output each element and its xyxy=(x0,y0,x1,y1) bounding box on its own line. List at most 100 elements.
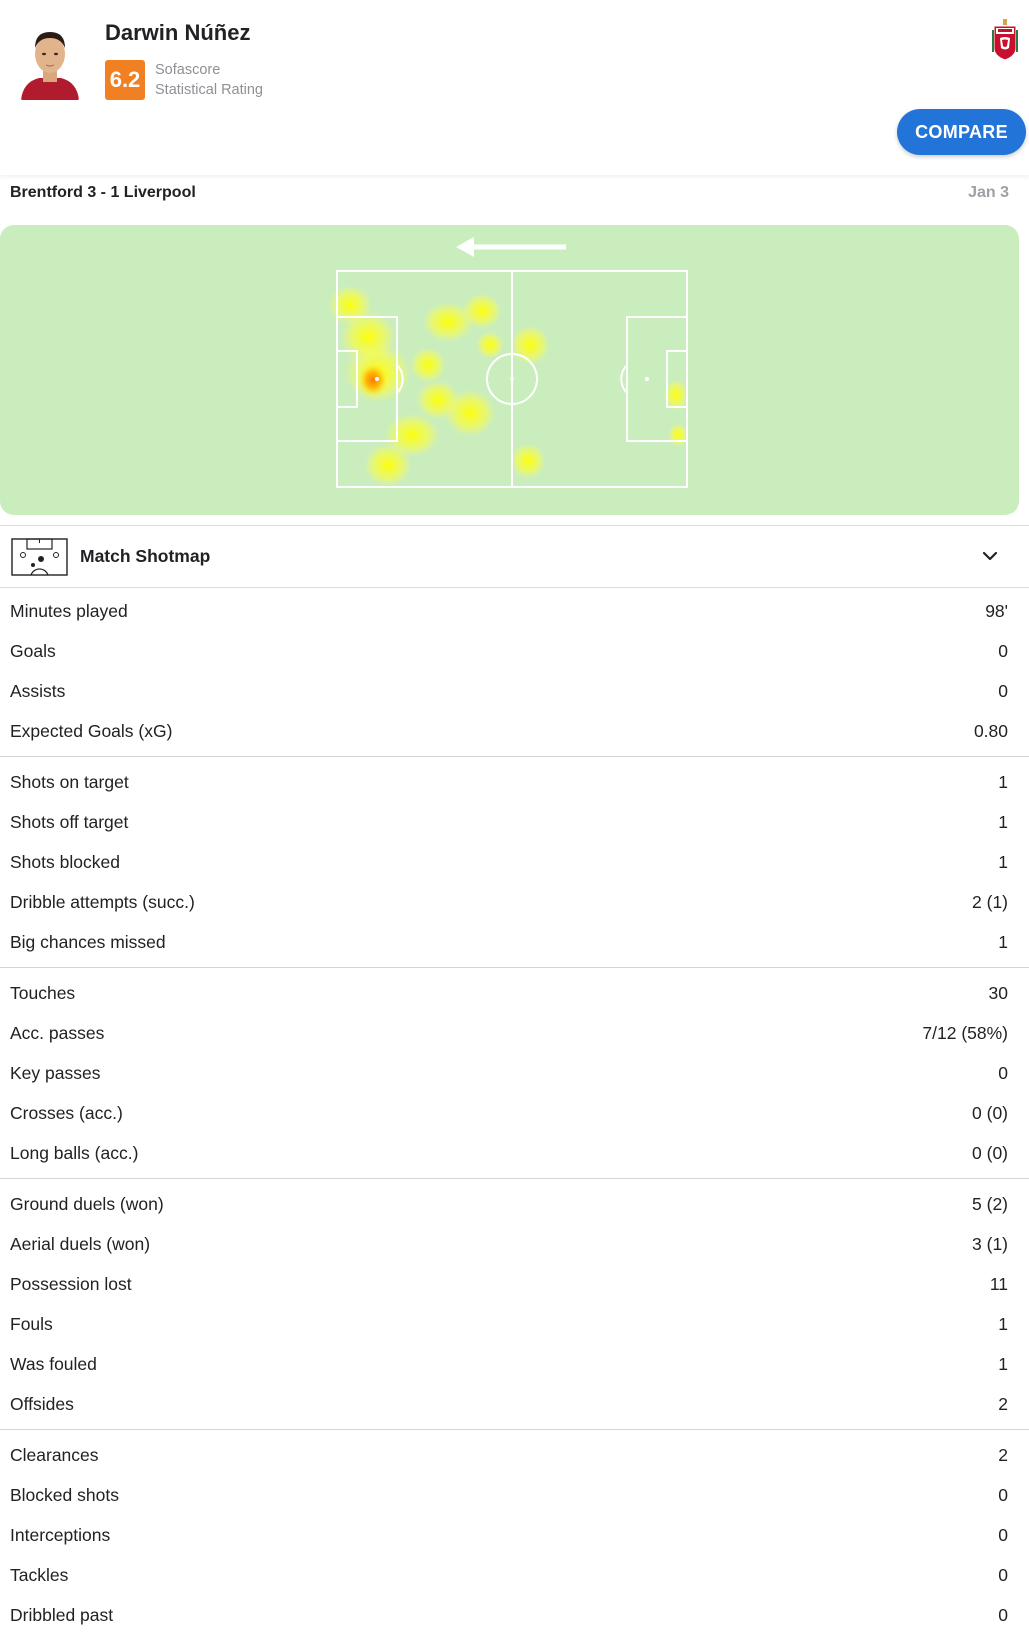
shotmap-label: Match Shotmap xyxy=(80,546,211,566)
stat-label: Aerial duels (won) xyxy=(10,1233,151,1254)
stat-label: Ground duels (won) xyxy=(10,1193,164,1214)
arrow-left-icon xyxy=(456,237,566,257)
stat-row: Fouls 1 xyxy=(0,1304,1029,1344)
rating-label-line1: Sofascore xyxy=(155,62,221,78)
stat-label: Acc. passes xyxy=(10,1022,105,1043)
stat-row: Goals 0 xyxy=(0,631,1029,671)
stat-label: Possession lost xyxy=(10,1273,132,1294)
stat-row: Shots on target 1 xyxy=(0,762,1029,802)
match-date: Jan 3 xyxy=(968,184,1009,201)
match-info[interactable]: Brentford 3 - 1 Liverpool Jan 3 xyxy=(10,184,1009,206)
stat-row: Dribble attempts (succ.) 2 (1) xyxy=(0,882,1029,922)
stat-label: Shots off target xyxy=(10,811,129,832)
stat-row: Expected Goals (xG) 0.80 xyxy=(0,711,1029,751)
stat-value: 2 xyxy=(998,1393,1008,1414)
stat-row: Was fouled 1 xyxy=(0,1344,1029,1384)
stat-label: Long balls (acc.) xyxy=(10,1142,139,1163)
stat-value: 30 xyxy=(988,982,1008,1003)
stats-group: Touches 30 Acc. passes 7/12 (58%) Key passes… xyxy=(0,968,1029,1179)
heatmap-pitch xyxy=(328,237,688,488)
stat-value: 11 xyxy=(989,1273,1008,1294)
stat-label: Crosses (acc.) xyxy=(10,1102,123,1123)
stat-row: Minutes played 98' xyxy=(0,591,1029,631)
stat-label: Interceptions xyxy=(10,1524,111,1545)
stat-label: Expected Goals (xG) xyxy=(10,720,173,741)
shotmap-toggle-row[interactable]: Match Shotmap xyxy=(0,525,1029,588)
stat-value: 0 xyxy=(998,640,1008,661)
stat-value: 7/12 (58%) xyxy=(922,1022,1008,1043)
stat-label: Offsides xyxy=(10,1393,74,1414)
stat-row: Tackles 0 xyxy=(0,1555,1029,1595)
stats-group: Minutes played 98' Goals 0 Assists 0 Expected … xyxy=(0,586,1029,757)
stat-value: 0 xyxy=(998,1062,1008,1083)
stat-label: Was fouled xyxy=(10,1353,97,1374)
stat-value: 2 (1) xyxy=(972,891,1008,912)
stat-value: 0 xyxy=(998,1524,1008,1545)
stat-value: 0 (0) xyxy=(972,1102,1008,1123)
stat-row: Key passes 0 xyxy=(0,1053,1029,1093)
stat-value: 3 (1) xyxy=(972,1233,1008,1254)
player-name: Darwin Núñez xyxy=(105,20,251,45)
stat-value: 0 (0) xyxy=(972,1142,1008,1163)
stat-row: Acc. passes 7/12 (58%) xyxy=(0,1013,1029,1053)
compare-button[interactable]: COMPARE xyxy=(897,109,1026,155)
player-header: Darwin Núñez 6.2 Sofascore Statistical R… xyxy=(0,0,1029,175)
stat-label: Minutes played xyxy=(10,600,128,621)
stat-label: Goals xyxy=(10,640,56,661)
stat-label: Big chances missed xyxy=(10,931,166,952)
heat-blobs xyxy=(328,285,688,487)
stat-label: Shots on target xyxy=(10,771,129,792)
heatmap-panel xyxy=(0,225,1019,515)
stat-label: Clearances xyxy=(10,1444,99,1465)
stat-label: Assists xyxy=(10,680,66,701)
stat-label: Dribbled past xyxy=(10,1604,114,1625)
stat-value: 5 (2) xyxy=(972,1193,1008,1214)
pitch-shotmap-icon xyxy=(11,538,68,576)
stat-value: 2 xyxy=(998,1444,1008,1465)
stat-label: Dribble attempts (succ.) xyxy=(10,891,195,912)
player-avatar xyxy=(19,20,81,100)
stat-row: Shots off target 1 xyxy=(0,802,1029,842)
stats-list: Minutes played 98' Goals 0 Assists 0 Expected … xyxy=(0,586,1029,1640)
match-title: Brentford 3 - 1 Liverpool xyxy=(10,184,196,201)
rating-label-line2: Statistical Rating xyxy=(155,82,263,98)
stat-row: Interceptions 0 xyxy=(0,1515,1029,1555)
stat-value: 1 xyxy=(998,811,1008,832)
stat-row: Ground duels (won) 5 (2) xyxy=(0,1184,1029,1224)
stat-value: 0.80 xyxy=(973,720,1008,741)
stats-group: Shots on target 1 Shots off target 1 Shots b… xyxy=(0,757,1029,968)
stat-value: 1 xyxy=(998,771,1008,792)
stats-group: Clearances 2 Blocked shots 0 Interceptions 0 T… xyxy=(0,1430,1029,1640)
stat-value: 0 xyxy=(998,1564,1008,1585)
rating-badge: 6.2 xyxy=(105,60,145,100)
stat-row: Dribbled past 0 xyxy=(0,1595,1029,1635)
stat-value: 98' xyxy=(985,600,1008,621)
stat-label: Key passes xyxy=(10,1062,101,1083)
chevron-down-icon[interactable] xyxy=(981,549,999,563)
liverpool-crest-icon[interactable] xyxy=(990,18,1020,62)
stat-row: Touches 30 xyxy=(0,973,1029,1013)
stat-value: 1 xyxy=(998,931,1008,952)
stat-row: Crosses (acc.) 0 (0) xyxy=(0,1093,1029,1133)
stat-label: Fouls xyxy=(10,1313,53,1334)
stat-value: 0 xyxy=(998,1604,1008,1625)
stat-label: Touches xyxy=(10,982,76,1003)
stat-row: Blocked shots 0 xyxy=(0,1475,1029,1515)
stat-row: Assists 0 xyxy=(0,671,1029,711)
stat-row: Aerial duels (won) 3 (1) xyxy=(0,1224,1029,1264)
stat-value: 1 xyxy=(998,1353,1008,1374)
stat-value: 1 xyxy=(998,1313,1008,1334)
stats-group: Ground duels (won) 5 (2) Aerial duels (won… xyxy=(0,1179,1029,1430)
stat-value: 0 xyxy=(998,680,1008,701)
stat-value: 1 xyxy=(998,851,1008,872)
stat-value: 0 xyxy=(998,1484,1008,1505)
rating-label: Sofascore Statistical Rating xyxy=(155,60,263,100)
stat-row: Clearances 2 xyxy=(0,1435,1029,1475)
stat-label: Blocked shots xyxy=(10,1484,119,1505)
stat-label: Shots blocked xyxy=(10,851,120,872)
stat-row: Possession lost 11 xyxy=(0,1264,1029,1304)
stat-row: Big chances missed 1 xyxy=(0,922,1029,962)
stat-row: Offsides 2 xyxy=(0,1384,1029,1424)
stat-row: Shots blocked 1 xyxy=(0,842,1029,882)
stat-row: Long balls (acc.) 0 (0) xyxy=(0,1133,1029,1173)
